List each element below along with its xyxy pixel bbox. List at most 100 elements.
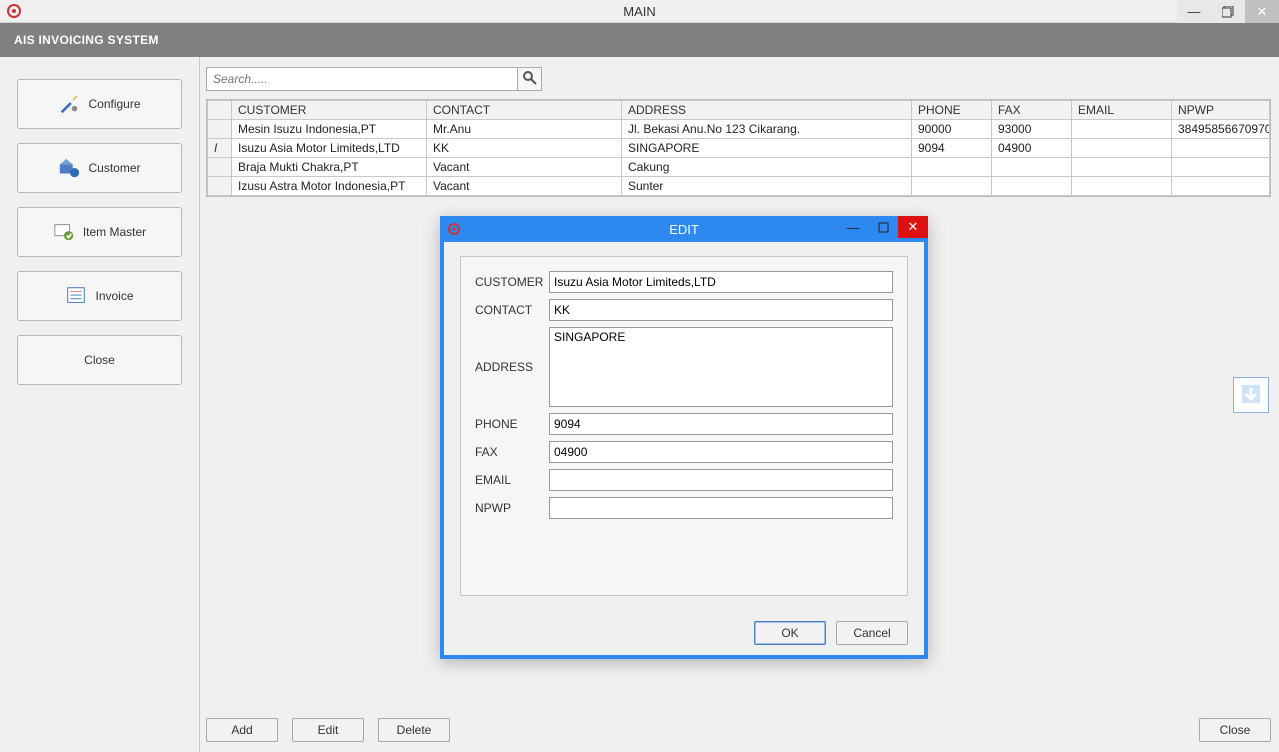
row-header[interactable] — [208, 177, 232, 196]
sidebar-item-configure[interactable]: Configure — [17, 79, 182, 129]
sidebar-item-label: Invoice — [95, 289, 133, 303]
cell-customer[interactable]: Mesin Isuzu Indonesia,PT — [232, 120, 427, 139]
app-icon — [6, 3, 22, 19]
col-address[interactable]: ADDRESS — [622, 101, 912, 120]
sidebar-item-item-master[interactable]: Item Master — [17, 207, 182, 257]
invoice-icon — [65, 285, 87, 307]
cell-customer[interactable]: Braja Mukti Chakra,PT — [232, 158, 427, 177]
cell-fax[interactable]: 93000 — [992, 120, 1072, 139]
table-row[interactable]: Mesin Isuzu Indonesia,PTMr.AnuJl. Bekasi… — [208, 120, 1270, 139]
row-header[interactable] — [208, 139, 232, 158]
label-fax: FAX — [475, 445, 545, 459]
cell-email[interactable] — [1072, 177, 1172, 196]
cell-customer[interactable]: Isuzu Asia Motor Limiteds,LTD — [232, 139, 427, 158]
sidebar-item-customer[interactable]: Customer — [17, 143, 182, 193]
close-panel-button[interactable]: Close — [1199, 718, 1271, 742]
cancel-button[interactable]: Cancel — [836, 621, 908, 645]
main-titlebar: MAIN — ✕ — [0, 0, 1279, 23]
restore-button[interactable] — [1211, 0, 1245, 23]
input-customer[interactable] — [549, 271, 893, 293]
sidebar-item-label: Item Master — [83, 225, 146, 239]
sidebar: Configure Customer Item Master Invoice C… — [0, 57, 200, 752]
cell-address[interactable]: Jl. Bekasi Anu.No 123 Cikarang. — [622, 120, 912, 139]
col-phone[interactable]: PHONE — [912, 101, 992, 120]
sidebar-item-label: Configure — [88, 97, 140, 111]
customer-table: CUSTOMER CONTACT ADDRESS PHONE FAX EMAIL… — [206, 99, 1271, 197]
window-title: MAIN — [623, 4, 656, 19]
item-master-icon — [53, 221, 75, 243]
dialog-maximize-button[interactable] — [868, 216, 898, 238]
input-fax[interactable] — [549, 441, 893, 463]
input-email[interactable] — [549, 469, 893, 491]
row-header-corner — [208, 101, 232, 120]
col-contact[interactable]: CONTACT — [427, 101, 622, 120]
dialog-close-button[interactable]: ✕ — [898, 216, 928, 238]
row-header[interactable] — [208, 158, 232, 177]
cell-phone[interactable]: 9094 — [912, 139, 992, 158]
cell-phone[interactable]: 90000 — [912, 120, 992, 139]
input-phone[interactable] — [549, 413, 893, 435]
input-contact[interactable] — [549, 299, 893, 321]
row-header[interactable] — [208, 120, 232, 139]
ok-button[interactable]: OK — [754, 621, 826, 645]
dialog-minimize-button[interactable]: — — [838, 216, 868, 238]
edit-button[interactable]: Edit — [292, 718, 364, 742]
col-customer[interactable]: CUSTOMER — [232, 101, 427, 120]
cell-email[interactable] — [1072, 139, 1172, 158]
col-email[interactable]: EMAIL — [1072, 101, 1172, 120]
cell-address[interactable]: Cakung — [622, 158, 912, 177]
cell-contact[interactable]: Vacant — [427, 177, 622, 196]
col-fax[interactable]: FAX — [992, 101, 1072, 120]
dialog-titlebar[interactable]: EDIT — ✕ — [440, 216, 928, 242]
cell-fax[interactable] — [992, 158, 1072, 177]
search-input[interactable] — [206, 67, 518, 91]
input-npwp[interactable] — [549, 497, 893, 519]
label-email: EMAIL — [475, 473, 545, 487]
cell-npwp[interactable] — [1172, 139, 1270, 158]
table-row[interactable]: Braja Mukti Chakra,PTVacantCakung — [208, 158, 1270, 177]
dialog-title: EDIT — [669, 222, 699, 237]
close-button[interactable]: ✕ — [1245, 0, 1279, 23]
search-icon — [522, 70, 538, 89]
input-address[interactable] — [549, 327, 893, 407]
sidebar-item-label: Customer — [88, 161, 140, 175]
add-button[interactable]: Add — [206, 718, 278, 742]
cell-phone[interactable] — [912, 158, 992, 177]
cell-contact[interactable]: KK — [427, 139, 622, 158]
cell-customer[interactable]: Izusu Astra Motor Indonesia,PT — [232, 177, 427, 196]
table-row[interactable]: Izusu Astra Motor Indonesia,PTVacantSunt… — [208, 177, 1270, 196]
minimize-button[interactable]: — — [1177, 0, 1211, 23]
cell-email[interactable] — [1072, 120, 1172, 139]
cell-address[interactable]: SINGAPORE — [622, 139, 912, 158]
ribbon-bar: AIS INVOICING SYSTEM — [0, 23, 1279, 57]
search-button[interactable] — [518, 67, 542, 91]
cell-address[interactable]: Sunter — [622, 177, 912, 196]
cell-fax[interactable]: 04900 — [992, 139, 1072, 158]
tools-icon — [58, 93, 80, 115]
cell-contact[interactable]: Vacant — [427, 158, 622, 177]
col-npwp[interactable]: NPWP — [1172, 101, 1270, 120]
ribbon-title: AIS INVOICING SYSTEM — [14, 33, 159, 47]
dialog-app-icon — [446, 221, 462, 237]
label-contact: CONTACT — [475, 303, 545, 317]
cell-npwp[interactable] — [1172, 158, 1270, 177]
cell-contact[interactable]: Mr.Anu — [427, 120, 622, 139]
cell-phone[interactable] — [912, 177, 992, 196]
edit-form: CUSTOMER CONTACT ADDRESS PHONE FAX EMAIL — [460, 256, 908, 596]
sidebar-item-label: Close — [84, 353, 115, 367]
label-npwp: NPWP — [475, 501, 545, 515]
sidebar-item-invoice[interactable]: Invoice — [17, 271, 182, 321]
label-address: ADDRESS — [475, 360, 545, 374]
label-customer: CUSTOMER — [475, 275, 545, 289]
cell-npwp[interactable] — [1172, 177, 1270, 196]
table-row[interactable]: Isuzu Asia Motor Limiteds,LTDKKSINGAPORE… — [208, 139, 1270, 158]
sidebar-item-close[interactable]: Close — [17, 335, 182, 385]
scroll-down-button[interactable] — [1233, 377, 1269, 413]
arrow-down-icon — [1239, 382, 1263, 409]
delete-button[interactable]: Delete — [378, 718, 450, 742]
cell-email[interactable] — [1072, 158, 1172, 177]
window-controls: — ✕ — [1177, 0, 1279, 23]
customer-icon — [58, 157, 80, 179]
cell-npwp[interactable]: 38495856670970793 — [1172, 120, 1270, 139]
cell-fax[interactable] — [992, 177, 1072, 196]
